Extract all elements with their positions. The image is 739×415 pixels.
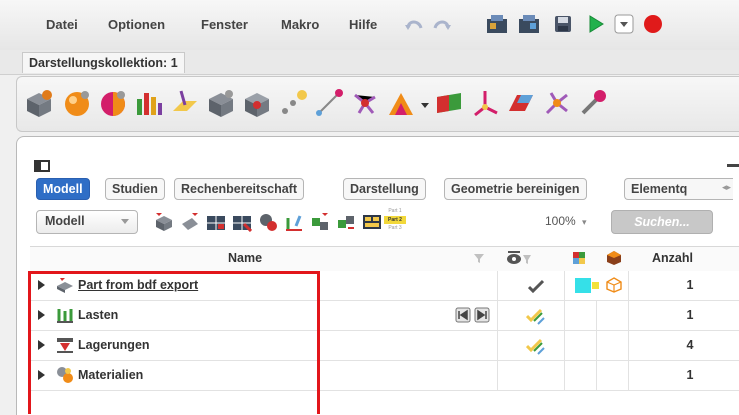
menu-bar: Datei Optionen Fenster Makro Hilfe (0, 0, 739, 51)
row-count: 1 (686, 278, 694, 292)
material-column-icon[interactable] (606, 250, 622, 266)
menu-datei[interactable]: Datei (46, 17, 78, 32)
cell-divider (497, 331, 498, 360)
tab-geometrie-bereinigen[interactable]: Geometrie bereinigen (444, 178, 587, 200)
plane-cut-icon[interactable] (169, 87, 201, 119)
display-toolbar (16, 76, 739, 132)
menu-optionen[interactable]: Optionen (108, 17, 165, 32)
cell-divider (596, 361, 597, 390)
menu-hilfe[interactable]: Hilfe (349, 17, 377, 32)
tool-icon[interactable] (577, 87, 609, 119)
row-count: 1 (686, 308, 694, 322)
bars-icon[interactable] (133, 87, 165, 119)
mesh-cube-icon[interactable] (241, 87, 273, 119)
column-header-count[interactable]: Anzahl (652, 251, 693, 265)
open-model-icon[interactable] (486, 13, 508, 35)
filter-cube-icon[interactable] (154, 212, 174, 232)
filter-material-icon[interactable] (336, 212, 356, 232)
chevron-down-icon (121, 219, 129, 224)
tab-rechenbereitschaft[interactable]: Rechenbereitschaft (174, 178, 305, 200)
row-count: 1 (686, 368, 694, 382)
cube-gray-icon[interactable] (205, 87, 237, 119)
part-stack-label-1: Part 1 (388, 208, 402, 214)
filter-connector-icon[interactable] (258, 212, 278, 232)
cell-divider (628, 301, 629, 330)
menu-fenster[interactable]: Fenster (201, 17, 248, 32)
points-icon[interactable] (277, 87, 309, 119)
cell-divider (564, 301, 565, 330)
half-sphere-icon[interactable] (97, 87, 129, 119)
network-icon[interactable] (349, 87, 381, 119)
tab-scroll-icon[interactable]: ◂▸ (722, 182, 731, 193)
cell-divider (628, 271, 629, 300)
toolbar-dropdown-icon[interactable] (421, 101, 429, 109)
parallelogram-icon[interactable] (505, 87, 537, 119)
tab-studien[interactable]: Studien (105, 178, 165, 200)
partial-visible-icon[interactable] (526, 337, 546, 355)
collection-tab[interactable]: Darstellungskollektion: 1 (22, 52, 185, 73)
tab-darstellung[interactable]: Darstellung (343, 178, 426, 200)
dropdown-arrow-icon[interactable] (613, 13, 635, 35)
tab-elementq[interactable]: Elementq (624, 178, 733, 200)
panel-toggle-icon[interactable] (34, 160, 50, 172)
color-swatch[interactable] (575, 278, 591, 293)
cell-divider (628, 361, 629, 390)
cell-divider (564, 361, 565, 390)
column-header-name[interactable]: Name (228, 251, 262, 265)
tab-modell[interactable]: Modell (36, 178, 90, 200)
play-icon[interactable] (585, 13, 607, 35)
part-stack-label-3: Part 3 (388, 225, 402, 231)
collection-bar: Darstellungskollektion: 1 (0, 50, 739, 75)
cube-eye-icon[interactable] (23, 87, 55, 119)
triangle-shape-icon[interactable] (385, 87, 417, 119)
axes-icon[interactable] (469, 87, 501, 119)
filter-mesh-red-icon[interactable] (232, 212, 252, 232)
cell-divider (628, 331, 629, 360)
joint-icon[interactable] (541, 87, 573, 119)
table-header: Name Anzahl (30, 246, 739, 272)
cell-divider (497, 301, 498, 330)
search-input[interactable]: Suchen... (611, 210, 713, 234)
zoom-chevron-icon: ▾ (582, 217, 587, 227)
filter-mesh-icon[interactable] (206, 212, 226, 232)
cell-divider (497, 271, 498, 300)
zoom-select[interactable]: 100% ▾ (545, 214, 587, 228)
visibility-filter-icon[interactable] (506, 250, 532, 266)
redo-icon[interactable] (430, 13, 452, 35)
highlight-box (28, 271, 320, 414)
filter-dropdown[interactable]: Modell (36, 210, 138, 234)
flag-icon[interactable] (433, 87, 465, 119)
cell-divider (596, 331, 597, 360)
row-count: 4 (686, 338, 694, 352)
undo-icon[interactable] (404, 13, 426, 35)
line-points-icon[interactable] (313, 87, 345, 119)
panel-minimize-icon[interactable] (727, 164, 739, 167)
zoom-value: 100% (545, 214, 576, 228)
filter-load-icon[interactable] (284, 212, 304, 232)
cell-divider (497, 361, 498, 390)
part-stack-icon[interactable]: Part 1 Part 2 Part 3 (384, 208, 406, 234)
save-icon[interactable] (552, 13, 574, 35)
visible-check-icon[interactable] (528, 279, 544, 293)
cell-divider (564, 271, 565, 300)
skip-back-icon[interactable] (455, 307, 471, 323)
partial-visible-icon[interactable] (526, 307, 546, 325)
sphere-icon[interactable] (61, 87, 93, 119)
cell-divider (596, 301, 597, 330)
filter-constraint-icon[interactable] (310, 212, 330, 232)
filter-funnel-icon[interactable] (474, 253, 484, 263)
color-column-icon[interactable] (573, 252, 585, 264)
import-icon[interactable] (518, 13, 540, 35)
skip-forward-icon[interactable] (474, 307, 490, 323)
filter-part-icon[interactable] (180, 212, 200, 232)
menu-makro[interactable]: Makro (281, 17, 319, 32)
record-icon[interactable] (642, 13, 664, 35)
cell-divider (564, 331, 565, 360)
filter-dropdown-value: Modell (45, 214, 85, 228)
material-cube-icon[interactable] (606, 277, 622, 293)
color-swatch-secondary (592, 282, 599, 289)
part-stack-label-2: Part 2 (384, 216, 406, 224)
filter-table-icon[interactable] (362, 212, 382, 232)
